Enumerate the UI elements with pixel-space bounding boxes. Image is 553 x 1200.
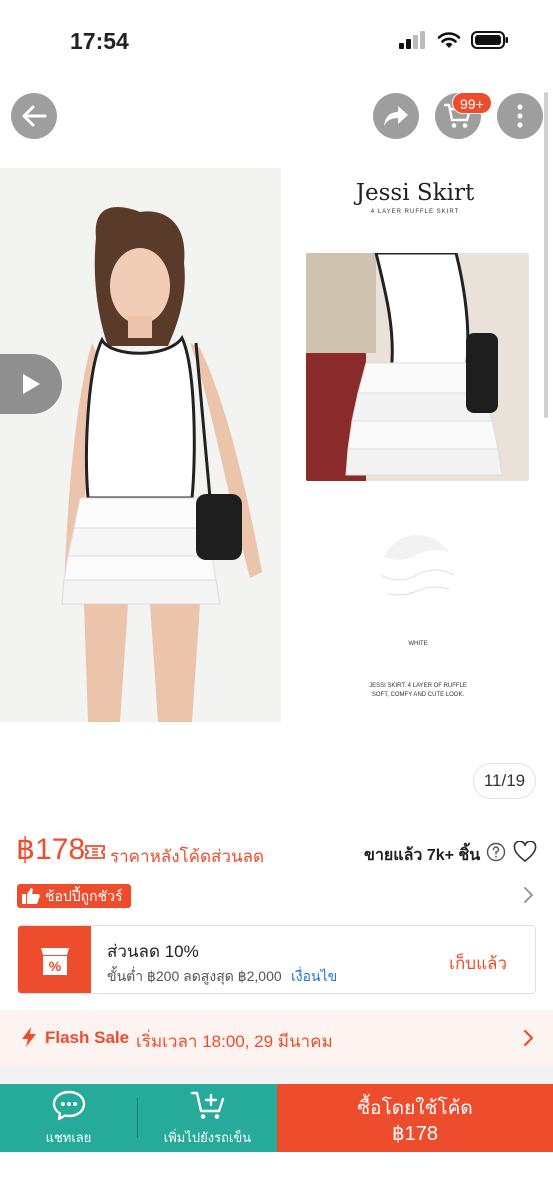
share-button[interactable] <box>373 93 419 139</box>
guarantee-badge-label: ช้อปปี้ถูกชัวร์ <box>45 888 123 904</box>
add-to-cart-label: เพิ่มไปยังรถเข็น <box>163 1129 252 1145</box>
inset-photo <box>306 253 529 481</box>
model-photo <box>0 168 281 722</box>
image-description-line1: JESSI SKIRT: 4 LAYER OF RUFFLE <box>369 683 467 689</box>
status-time: 17:54 <box>70 28 129 54</box>
color-swatch-white[interactable] <box>381 535 454 608</box>
chevron-right-icon[interactable] <box>522 886 534 904</box>
voucher-status: เก็บแล้ว <box>449 954 507 973</box>
swatch-photo <box>381 535 454 608</box>
price-row: ฿178 ราคาหลังโค้ดส่วนลด ขายแล้ว 7k+ ชิ้น <box>16 832 538 872</box>
brand-subtitle: 4 LAYER RUFFLE SKIRT <box>370 209 460 215</box>
lightning-icon <box>22 1027 36 1047</box>
flash-sale-start-time: เริ่มเวลา 18:00, 29 มีนาคม <box>136 1032 333 1051</box>
chevron-right-icon <box>523 1029 534 1047</box>
ticket-icon <box>85 845 105 859</box>
add-to-cart-button[interactable]: เพิ่มไปยังรถเข็น <box>138 1084 277 1152</box>
voucher-condition: ขั้นต่ำ ฿200 ลดสูงสุด ฿2,000 <box>107 968 282 984</box>
flash-sale-banner[interactable]: Flash Sale เริ่มเวลา 18:00, 29 มีนาคม <box>0 1010 553 1066</box>
add-to-cart-icon <box>190 1091 224 1119</box>
guarantee-badge[interactable]: ช้อปปี้ถูกชัวร์ <box>17 884 131 908</box>
section-divider <box>0 1066 553 1084</box>
chat-icon <box>52 1090 85 1120</box>
bottom-bar-left: แชทเลย เพิ่มไปยังรถเข็น <box>0 1084 277 1152</box>
battery-icon <box>471 31 508 49</box>
image-description-line2: SOFT, COMFY AND CUTE LOOK. <box>371 692 465 698</box>
thumbs-up-icon <box>22 888 40 904</box>
sold-count: ขายแล้ว 7k+ ชิ้น <box>364 847 481 864</box>
voucher-icon-panel: % <box>18 926 91 993</box>
arrow-left-icon <box>22 105 47 127</box>
product-photo-main[interactable] <box>0 168 281 722</box>
brand-title: Jessi Skirt <box>355 180 475 206</box>
image-page-counter: 11/19 <box>473 763 536 799</box>
chat-button[interactable]: แชทเลย <box>0 1084 137 1152</box>
status-bar: 17:54 <box>0 0 553 80</box>
play-video-button[interactable] <box>0 354 62 414</box>
swatch-label: WHITE <box>408 641 428 647</box>
share-icon <box>384 106 408 126</box>
buy-button-label: ซื้อโดยใช้โค้ด <box>357 1098 473 1119</box>
more-button[interactable] <box>497 93 543 139</box>
voucher-terms-link[interactable]: เงื่อนไข <box>291 966 337 988</box>
voucher-card[interactable]: % ส่วนลด 10% ขั้นต่ำ ฿200 ลดสูงสุด ฿2,00… <box>17 925 536 994</box>
heart-icon[interactable] <box>513 841 537 863</box>
flash-sale-label: Flash Sale <box>45 1028 130 1047</box>
help-icon[interactable] <box>486 842 506 862</box>
bottom-action-bar: แชทเลย เพิ่มไปยังรถเข็น ซื้อโดยใช้โค้ด ฿… <box>0 1084 553 1152</box>
back-button[interactable] <box>11 93 57 139</box>
play-icon <box>23 374 40 394</box>
shop-voucher-icon: % <box>40 947 69 975</box>
cart-badge: 99+ <box>452 92 492 114</box>
signal-icon <box>399 31 425 49</box>
chat-button-label: แชทเลย <box>45 1129 92 1145</box>
buy-button-price: ฿178 <box>391 1123 439 1145</box>
scroll-indicator[interactable] <box>544 92 548 418</box>
voucher-title: ส่วนลด 10% <box>107 942 199 961</box>
buy-with-code-button[interactable]: ซื้อโดยใช้โค้ด ฿178 <box>277 1084 553 1152</box>
wifi-icon <box>437 32 461 48</box>
status-icons <box>399 30 509 50</box>
more-vertical-icon <box>517 104 523 128</box>
price: ฿178 <box>16 833 86 866</box>
svg-text:%: % <box>48 958 61 974</box>
price-note: ราคาหลังโค้ดส่วนลด <box>110 847 265 866</box>
product-photo-inset <box>306 253 529 481</box>
